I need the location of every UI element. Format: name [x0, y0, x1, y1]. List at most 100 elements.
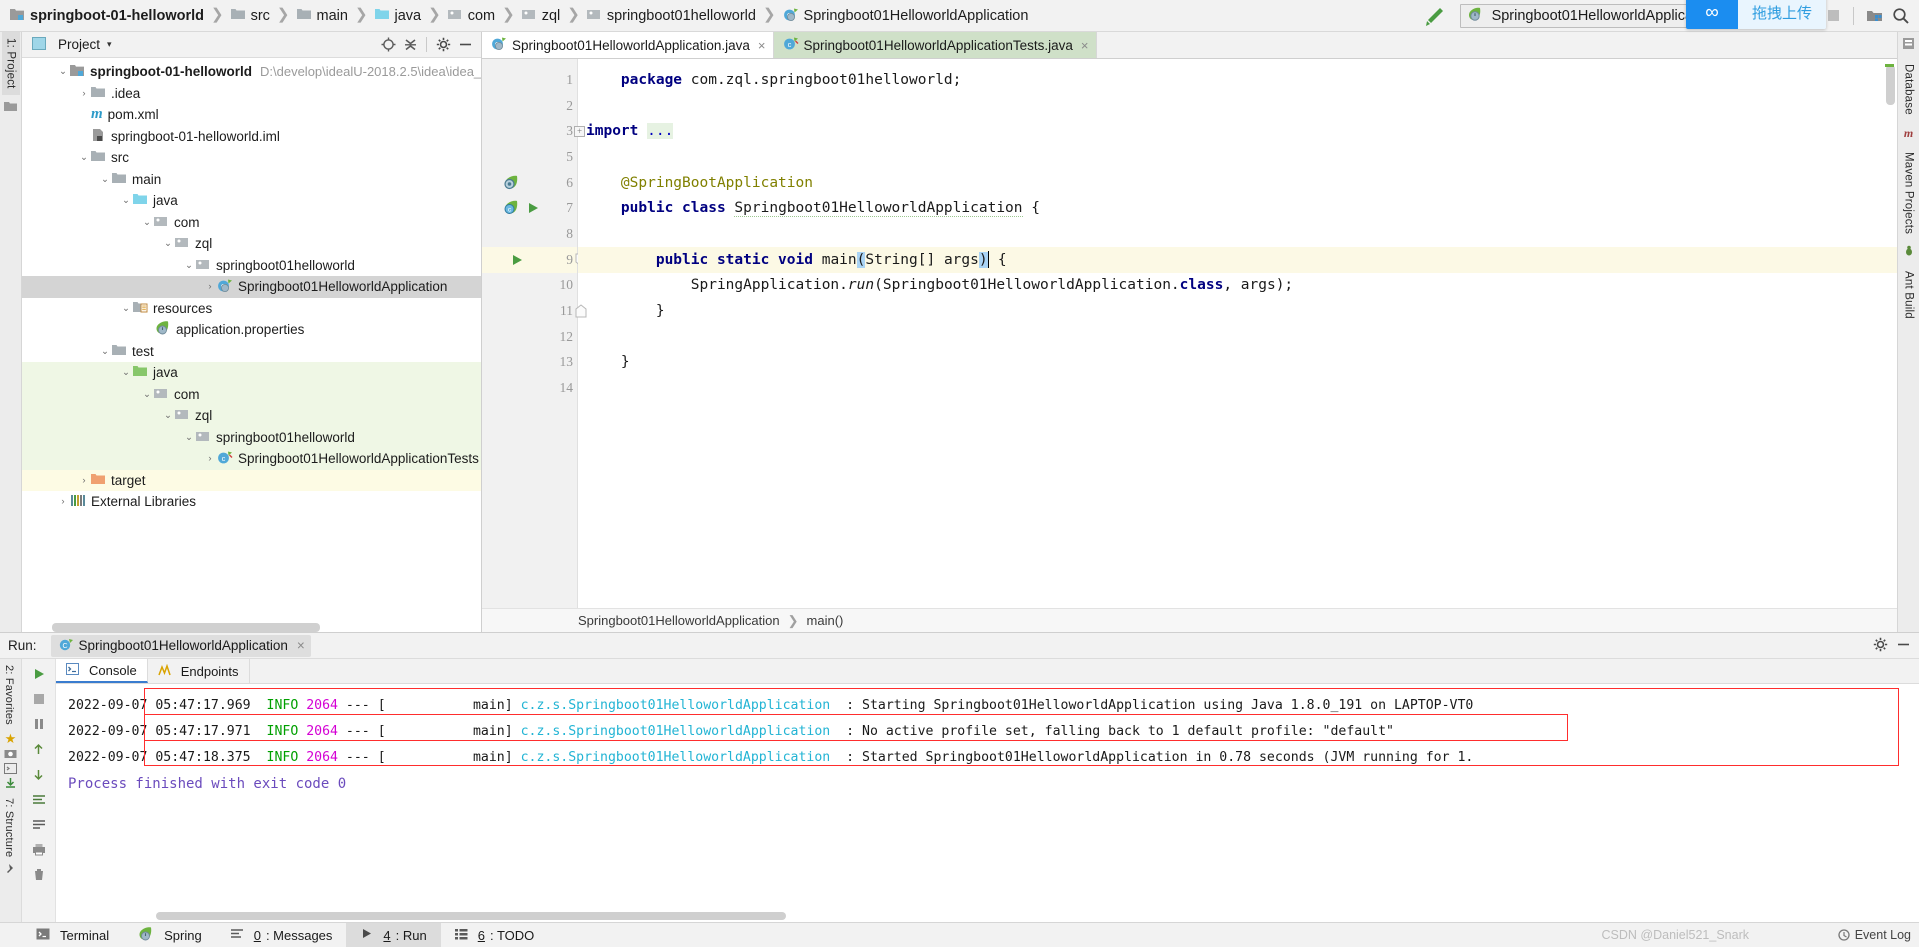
status-bar-item[interactable]: 0: Messages — [216, 923, 347, 947]
log-line[interactable]: 2022-09-07 05:47:17.971 INFO 2064 --- [ … — [56, 718, 1919, 744]
chevron-down-icon[interactable]: ⌄ — [140, 217, 154, 228]
chevron-down-icon[interactable]: ⌄ — [182, 260, 196, 271]
gutter-line[interactable]: 14 — [482, 375, 577, 401]
gutter-line[interactable]: 11 — [482, 298, 587, 324]
status-bar-item[interactable]: 4: Run — [346, 923, 441, 947]
tree-node[interactable]: › target — [22, 469, 481, 491]
sidebar-item-project[interactable]: 1: Project — [1, 32, 20, 95]
tree-node[interactable]: ⌄ test — [22, 341, 481, 363]
code-line[interactable] — [584, 324, 1897, 350]
rerun-icon[interactable] — [27, 663, 51, 685]
tree-node[interactable]: ⌄ resources — [22, 298, 481, 320]
tree-node[interactable]: ⌄ springboot-01-helloworld D:\develop\idea… — [22, 61, 481, 83]
gear-icon[interactable] — [1873, 637, 1888, 655]
gear-icon[interactable] — [433, 35, 453, 55]
breadcrumb-item-springboot-01-helloworld[interactable]: springboot-01-helloworld — [8, 0, 206, 31]
chevron-right-icon[interactable]: › — [77, 475, 91, 486]
up-arrow-icon[interactable] — [27, 738, 51, 760]
breadcrumb-item-springboot01helloworldapplication[interactable]: CSpringboot01HelloworldApplication — [781, 0, 1031, 31]
collapse-all-icon[interactable] — [400, 35, 420, 55]
sidebar-item-maven-projects[interactable]: Maven Projects — [1900, 146, 1918, 240]
run-tab-item[interactable]: C Springboot01HelloworldApplication × — [50, 634, 311, 657]
gutter-line[interactable]: 10 — [482, 273, 577, 299]
pause-icon[interactable] — [27, 713, 51, 735]
tree-node[interactable]: ⌄ com — [22, 212, 481, 234]
run-gutter-icon[interactable] — [510, 253, 524, 267]
tree-node[interactable]: ⌄ springboot01helloworld — [22, 426, 481, 448]
close-icon[interactable]: × — [1081, 38, 1089, 53]
editor-code-content[interactable]: package com.zql.springboot01helloworld; i… — [578, 59, 1897, 608]
chevron-down-icon[interactable]: ▾ — [107, 39, 112, 50]
chevron-down-icon[interactable]: ⌄ — [77, 153, 91, 163]
sidebar-item-favorites[interactable]: 2: Favorites — [0, 659, 18, 731]
search-icon[interactable] — [1889, 4, 1913, 28]
status-bar-item[interactable]: Terminal — [22, 923, 123, 947]
print-icon[interactable] — [27, 838, 51, 860]
tree-node[interactable]: m pom.xml — [22, 104, 481, 126]
console-tab[interactable]: Console — [56, 659, 148, 683]
gutter-line[interactable]: +3 — [482, 118, 585, 144]
tree-node[interactable]: ⌄ src — [22, 147, 481, 169]
code-line[interactable]: } — [584, 298, 1897, 324]
gutter-line[interactable]: 8 — [482, 221, 577, 247]
chevron-right-icon[interactable]: › — [56, 497, 70, 507]
hide-icon[interactable] — [455, 35, 475, 55]
breadcrumb-item-src[interactable]: src — [229, 0, 272, 31]
gutter-line[interactable]: c7 — [482, 195, 577, 221]
chevron-down-icon[interactable]: ⌄ — [140, 389, 154, 400]
tree-node[interactable]: ⌄ main — [22, 169, 481, 191]
breadcrumb-item-com[interactable]: com — [446, 0, 497, 31]
breadcrumb-method[interactable]: main() — [807, 613, 844, 628]
maven-m-icon[interactable]: m — [1904, 126, 1913, 141]
console-tab[interactable]: Endpoints — [148, 659, 250, 683]
project-structure-icon[interactable] — [1862, 4, 1886, 28]
code-line[interactable] — [584, 144, 1897, 170]
down-arrow-icon[interactable] — [27, 763, 51, 785]
chevron-down-icon[interactable]: ⌄ — [98, 174, 112, 185]
project-icon[interactable] — [4, 100, 17, 115]
code-line[interactable] — [584, 221, 1897, 247]
gutter-line[interactable]: 12 — [482, 324, 577, 350]
hide-icon[interactable] — [1896, 637, 1911, 655]
tree-node[interactable]: springboot-01-helloworld.iml — [22, 126, 481, 148]
spring-bean-gutter-icon[interactable]: c — [502, 199, 520, 217]
run-gutter-icon[interactable] — [526, 201, 540, 215]
tree-node[interactable]: ⌄ com — [22, 383, 481, 405]
sidebar-item-ant-build[interactable]: Ant Build — [1900, 265, 1918, 325]
close-icon[interactable]: × — [297, 638, 305, 653]
pin-icon[interactable] — [0, 863, 21, 878]
tree-node[interactable]: application.properties — [22, 319, 481, 341]
tree-node[interactable]: ⌄ zql — [22, 405, 481, 427]
stop-icon[interactable] — [27, 688, 51, 710]
sidebar-item-structure[interactable]: 7: Structure — [0, 792, 18, 863]
editor-breadcrumb[interactable]: Springboot01HelloworldApplication ❯ main… — [482, 608, 1897, 632]
gutter-line[interactable]: 2 — [482, 93, 577, 119]
code-line[interactable]: public class Springboot01HelloworldAppli… — [584, 195, 1897, 221]
code-line[interactable]: } — [584, 350, 1897, 376]
code-editor[interactable]: 1 2 +3 5 6 c 7 8 9 10 11 12 13 14 package com.zql.spr… — [482, 59, 1897, 608]
chevron-right-icon[interactable]: › — [203, 282, 217, 292]
notification-icon[interactable] — [1902, 37, 1915, 53]
chevron-down-icon[interactable]: ⌄ — [161, 411, 175, 421]
chevron-down-icon[interactable]: ⌄ — [161, 239, 175, 249]
project-file-tree[interactable]: ⌄ springboot-01-helloworld D:\develop\idea… — [22, 58, 481, 632]
chevron-right-icon[interactable]: › — [77, 88, 91, 99]
tree-node[interactable]: › .idea — [22, 83, 481, 105]
scroll-end-icon[interactable] — [27, 788, 51, 810]
breadcrumb-class[interactable]: Springboot01HelloworldApplication — [578, 613, 780, 628]
console-output[interactable]: 2022-09-07 05:47:17.969 INFO 2064 --- [ … — [56, 684, 1919, 922]
chevron-down-icon[interactable]: ⌄ — [119, 303, 133, 314]
editor-vertical-scrollbar[interactable] — [1886, 65, 1895, 105]
tree-node[interactable]: ⌄ java — [22, 190, 481, 212]
breadcrumb-item-java[interactable]: java — [373, 0, 424, 31]
terminal-icon[interactable] — [0, 762, 21, 777]
gutter-line[interactable]: 5 — [482, 144, 577, 170]
editor-gutter[interactable]: 1 2 +3 5 6 c 7 8 9 10 11 12 13 14 — [482, 59, 587, 608]
breadcrumb-item-zql[interactable]: zql — [520, 0, 563, 31]
spring-bean-gutter-icon[interactable] — [502, 174, 520, 192]
favorites-star-icon[interactable]: ★ — [0, 731, 21, 747]
project-panel-horizontal-scrollbar[interactable] — [52, 623, 320, 632]
code-line[interactable]: public static void main(String[] args) { — [578, 246, 1897, 273]
hammer-icon[interactable] — [1420, 5, 1446, 27]
gutter-line[interactable]: 1 — [482, 67, 577, 93]
